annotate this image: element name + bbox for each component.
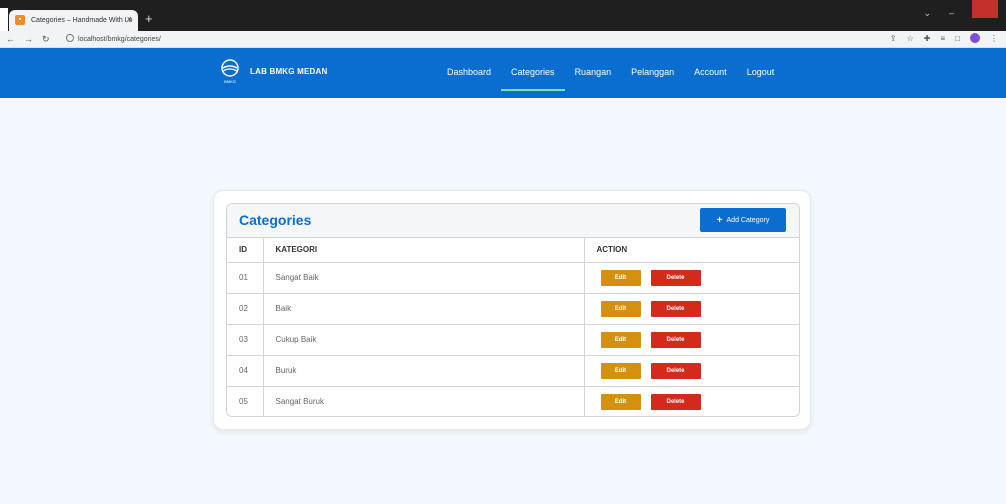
bmkg-logo-icon[interactable]: BMKG — [220, 58, 240, 84]
url-text: localhost/bmkg/categories/ — [78, 36, 161, 43]
cell-id: 01 — [227, 262, 264, 294]
cell-kategori: Buruk — [263, 355, 585, 387]
cell-kategori: Baik — [263, 293, 585, 325]
page-title: Categories — [239, 212, 312, 228]
info-icon[interactable] — [66, 34, 74, 42]
cell-action: Edit Delete — [584, 293, 799, 325]
table-row: 04 Buruk Edit Delete — [227, 355, 799, 387]
categories-table: ID KATEGORI ACTION 01 Sangat Baik Edit D… — [227, 238, 799, 416]
main-menu: Dashboard Categories Ruangan Pelanggan A… — [447, 67, 794, 91]
edit-button[interactable]: Edit — [600, 269, 641, 286]
cell-kategori: Sangat Buruk — [263, 386, 585, 416]
browser-toolbar: ⇪ ☆ ✚ ≡ □ ⋮ — [890, 33, 998, 43]
browser-tab[interactable]: ▪ Categories – Handmade With Lo × — [9, 10, 138, 31]
add-category-button[interactable]: + Add Category — [700, 208, 786, 232]
cell-id: 05 — [227, 386, 264, 416]
header-action: ACTION — [584, 238, 799, 263]
close-window-icon[interactable] — [972, 0, 998, 18]
cell-id: 03 — [227, 324, 264, 356]
brand-name[interactable]: LAB BMKG MEDAN — [250, 67, 327, 76]
nav-pelanggan[interactable]: Pelanggan — [631, 67, 674, 83]
table-row: 05 Sangat Buruk Edit Delete — [227, 386, 799, 416]
nav-dashboard[interactable]: Dashboard — [447, 67, 491, 83]
cell-kategori: Sangat Baik — [263, 262, 585, 294]
extensions-icon[interactable]: ✚ — [924, 34, 931, 43]
plus-icon: + — [716, 214, 723, 226]
favicon-icon: ▪ — [15, 15, 25, 25]
categories-card: Categories + Add Category ID KATEGORI AC… — [213, 190, 811, 430]
header-id: ID — [227, 238, 264, 263]
nav-logout[interactable]: Logout — [747, 67, 775, 83]
share-icon[interactable]: ⇪ — [890, 34, 897, 43]
profile-avatar[interactable] — [970, 33, 980, 43]
back-icon[interactable]: ← — [6, 34, 15, 45]
restore-icon[interactable]: – — [949, 8, 954, 19]
cell-action: Edit Delete — [584, 262, 799, 294]
nav-account[interactable]: Account — [694, 67, 727, 83]
sidebar-icon[interactable]: □ — [955, 34, 960, 43]
forward-icon[interactable]: → — [24, 34, 33, 45]
window-controls: ⌄ – — [923, 0, 998, 19]
browser-tab-bar: ▪ Categories – Handmade With Lo × + ⌄ – — [0, 0, 1006, 31]
address-bar: ← → ↻ localhost/bmkg/categories/ ⇪ ☆ ✚ ≡… — [0, 31, 1006, 48]
new-tab-icon[interactable]: + — [145, 11, 153, 26]
add-category-label: Add Category — [726, 216, 770, 224]
categories-panel: Categories + Add Category ID KATEGORI AC… — [226, 203, 800, 417]
nav-categories[interactable]: Categories — [501, 67, 564, 91]
delete-button[interactable]: Delete — [650, 269, 701, 286]
menu-icon[interactable]: ⋮ — [990, 34, 998, 43]
logo-text: BMKG — [224, 79, 236, 84]
tab-close-icon[interactable]: × — [127, 14, 132, 24]
delete-button[interactable]: Delete — [650, 331, 701, 348]
app-navbar: BMKG LAB BMKG MEDAN Dashboard Categories… — [0, 48, 1006, 98]
delete-button[interactable]: Delete — [650, 300, 701, 317]
cell-action: Edit Delete — [584, 386, 799, 416]
bookmark-star-icon[interactable]: ☆ — [907, 34, 914, 43]
cell-action: Edit Delete — [584, 324, 799, 356]
table-row: 03 Cukup Baik Edit Delete — [227, 324, 799, 356]
edit-button[interactable]: Edit — [600, 393, 641, 410]
cell-id: 04 — [227, 355, 264, 387]
delete-button[interactable]: Delete — [650, 362, 701, 379]
table-header-row: ID KATEGORI ACTION — [227, 238, 799, 263]
browser-nav: ← → ↻ — [6, 34, 50, 45]
panel-header: Categories + Add Category — [227, 204, 799, 238]
header-kategori: KATEGORI — [263, 238, 585, 263]
cell-action: Edit Delete — [584, 355, 799, 387]
cell-kategori: Cukup Baik — [263, 324, 585, 356]
reload-icon[interactable]: ↻ — [42, 34, 50, 45]
edit-button[interactable]: Edit — [600, 300, 641, 317]
nav-ruangan[interactable]: Ruangan — [575, 67, 612, 83]
url-field[interactable]: localhost/bmkg/categories/ — [66, 34, 161, 43]
tab-title: Categories – Handmade With Lo — [31, 17, 133, 24]
cell-id: 02 — [227, 293, 264, 325]
table-row: 01 Sangat Baik Edit Delete — [227, 262, 799, 294]
reading-list-icon[interactable]: ≡ — [940, 34, 945, 43]
minimize-icon[interactable]: ⌄ — [923, 8, 931, 19]
tab-bar-edge — [0, 8, 8, 31]
delete-button[interactable]: Delete — [650, 393, 701, 410]
table-row: 02 Baik Edit Delete — [227, 293, 799, 325]
edit-button[interactable]: Edit — [600, 362, 641, 379]
edit-button[interactable]: Edit — [600, 331, 641, 348]
